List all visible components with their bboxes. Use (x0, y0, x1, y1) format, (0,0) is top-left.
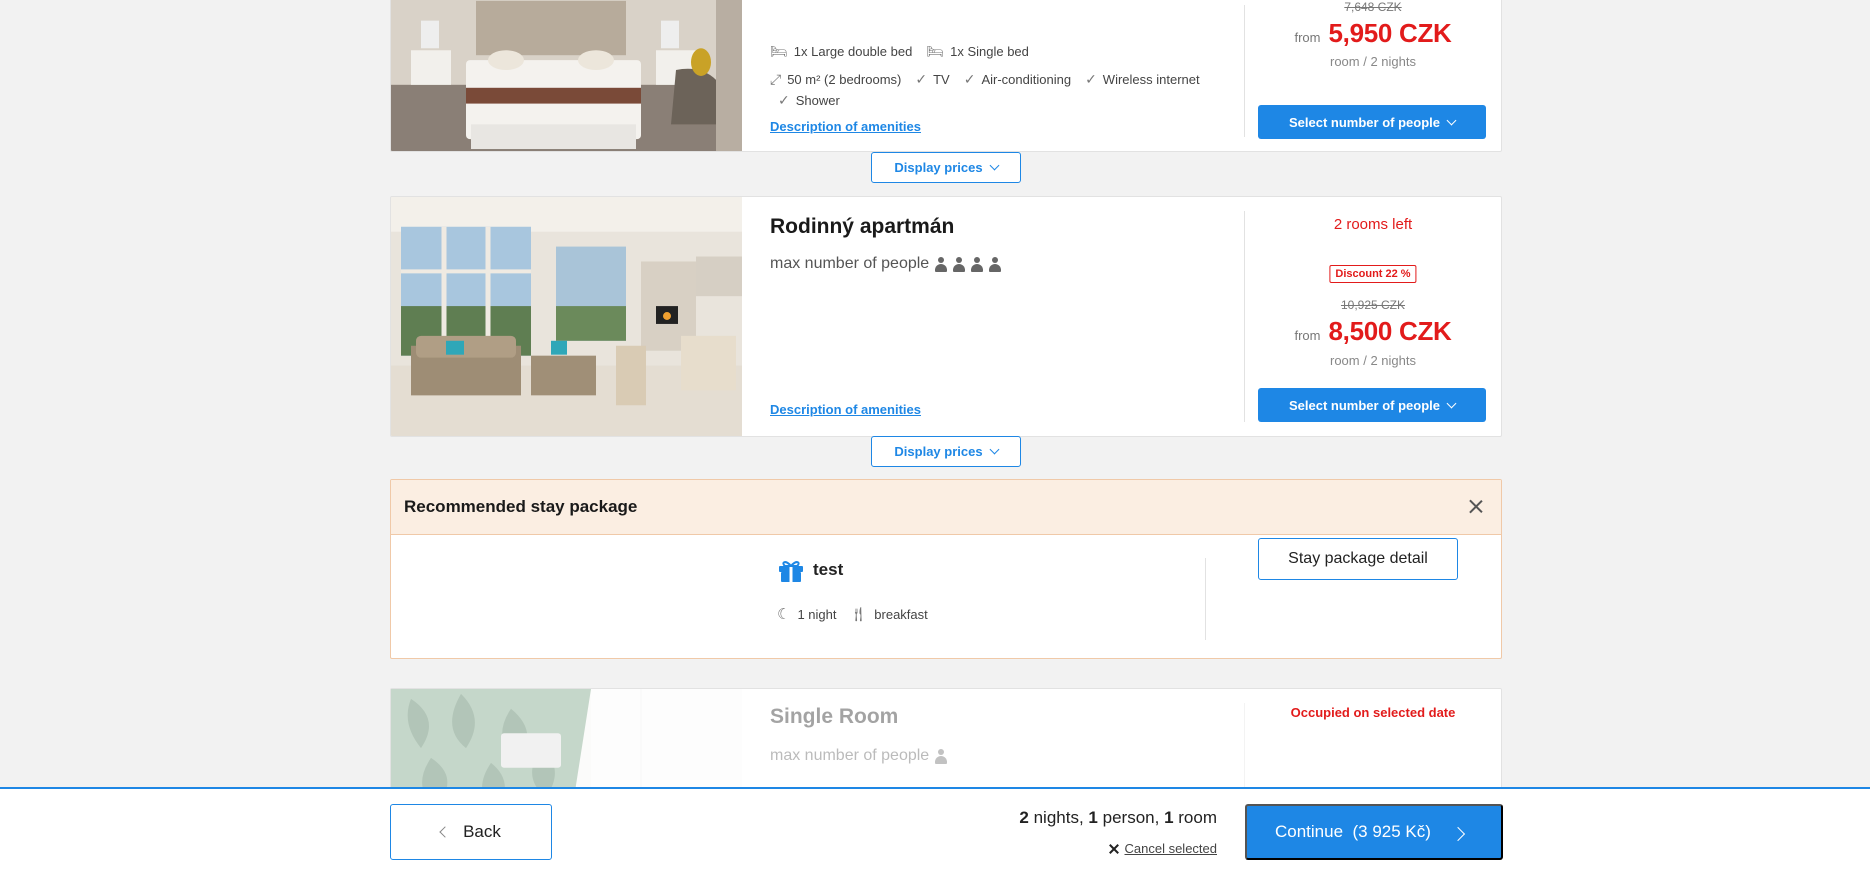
package-name[interactable]: test (813, 560, 843, 580)
amenity-wifi: Wireless internet (1102, 72, 1200, 87)
price-value: 8,500 CZK (1328, 316, 1452, 346)
booking-footer: Back 2 nights, 1 person, 1 room Cancel s… (0, 787, 1870, 872)
select-people-label: Select number of people (1289, 397, 1440, 413)
person-icon (935, 256, 948, 272)
price-row: from 5,950 CZK (1245, 18, 1501, 49)
display-prices-button[interactable]: Display prices (871, 152, 1021, 183)
cancel-selected-link[interactable]: Cancel selected (1109, 841, 1218, 856)
room-photo-bedroom[interactable] (391, 0, 742, 151)
check-icon: ✓ (778, 92, 790, 108)
chevron-down-icon (989, 444, 1000, 455)
price-value: 5,950 CZK (1328, 18, 1452, 48)
room-word: room (1178, 808, 1217, 827)
room-card-family: Rodinný apartmán max number of people De… (390, 196, 1502, 437)
nights-count: 2 (1019, 808, 1029, 827)
amenity-shower: Shower (795, 93, 840, 108)
chevron-down-icon (989, 160, 1000, 171)
check-icon: ✓ (915, 71, 928, 87)
max-people: max number of people (770, 747, 948, 765)
display-prices-label: Display prices (894, 444, 983, 459)
package-board: breakfast (874, 606, 928, 622)
old-price: 10,925 CZK (1340, 298, 1406, 312)
price-unit: room / 2 nights (1330, 54, 1416, 69)
person-word: person, (1102, 808, 1160, 827)
amenity-ac: Air-conditioning (981, 72, 1072, 87)
bed-label: 1x Single bed (950, 44, 1029, 59)
select-people-button[interactable]: Select number of people (1258, 388, 1486, 422)
amenities-link[interactable]: Description of amenities (770, 402, 921, 417)
amenity-list-row2: ✓ Shower (778, 92, 840, 109)
package-name-row: test (777, 557, 843, 583)
continue-button[interactable]: Continue (3 925 Kč) (1245, 804, 1503, 860)
bed-label: 1x Large double bed (793, 44, 913, 59)
chevron-right-icon (1450, 826, 1466, 842)
chevron-left-icon (439, 826, 451, 838)
display-prices-label: Display prices (894, 160, 983, 175)
back-label: Back (463, 822, 501, 841)
discount-badge: Discount 22 % (1329, 265, 1417, 283)
select-people-label: Select number of people (1289, 114, 1440, 130)
booking-summary: 2 nights, 1 person, 1 room (1019, 808, 1217, 828)
gift-icon (779, 561, 803, 582)
room-title[interactable]: Rodinný apartmán (770, 215, 954, 239)
person-icon (935, 748, 948, 764)
bed-icon: 🛏︎ (770, 43, 788, 59)
package-header: Recommended stay package (391, 480, 1501, 535)
person-count: 1 (1088, 808, 1098, 827)
package-heading: Recommended stay package (404, 497, 638, 516)
check-icon: ✓ (1085, 71, 1097, 87)
price-row: from 8,500 CZK (1245, 316, 1501, 347)
close-icon (1109, 844, 1119, 854)
max-people-label: max number of people (770, 255, 930, 272)
amenity-list: ⤢ 50 m² (2 bedrooms) ✓ TV ✓ Air-conditio… (770, 71, 1200, 88)
room-title[interactable]: Single Room (770, 705, 898, 729)
person-icon (971, 256, 984, 272)
package-detail-button[interactable]: Stay package detail (1258, 538, 1458, 580)
package-nights: 1 night (797, 606, 837, 622)
room-count: 1 (1164, 808, 1174, 827)
occupied-notice: Occupied on selected date (1290, 705, 1456, 720)
person-icon (953, 256, 966, 272)
back-button[interactable]: Back (390, 804, 552, 860)
check-icon: ✓ (963, 71, 976, 87)
package-divider (1205, 558, 1206, 640)
close-icon[interactable] (1463, 494, 1489, 520)
cutlery-icon: 🍴︎ (849, 605, 868, 622)
bed-icon: 🛏︎ (926, 43, 945, 59)
max-people: max number of people (770, 255, 1002, 273)
max-people-label: max number of people (770, 747, 930, 764)
chevron-down-icon (1446, 398, 1457, 408)
select-people-button[interactable]: Select number of people (1258, 105, 1486, 139)
chevron-down-icon (1446, 115, 1457, 125)
recommended-package: Recommended stay package test ☾ 1 night … (390, 479, 1502, 659)
package-details: ☾ 1 night 🍴︎ breakfast (777, 605, 928, 624)
continue-label: Continue (3 925 Kč) (1275, 822, 1431, 841)
bed-list: 🛏︎ 1x Large double bed 🛏︎ 1x Single bed (770, 43, 1029, 60)
price-unit: room / 2 nights (1330, 353, 1416, 368)
room-size-icon: ⤢ (770, 71, 782, 87)
price-from: from (1294, 30, 1321, 45)
cancel-label: Cancel selected (1124, 841, 1218, 856)
person-icon (989, 256, 1002, 272)
nights-word: nights, (1033, 808, 1084, 827)
room-card-top: 🛏︎ 1x Large double bed 🛏︎ 1x Single bed … (390, 0, 1502, 152)
amenities-link[interactable]: Description of amenities (770, 119, 921, 134)
old-price: 7,648 CZK (1344, 0, 1402, 14)
display-prices-button[interactable]: Display prices (871, 436, 1021, 467)
price-from: from (1294, 328, 1321, 343)
room-photo-living[interactable] (391, 197, 742, 436)
room-size: 50 m² (2 bedrooms) (787, 72, 902, 87)
amenity-tv: TV (933, 72, 950, 87)
moon-icon: ☾ (777, 606, 791, 623)
availability-notice: 2 rooms left (1333, 216, 1413, 233)
